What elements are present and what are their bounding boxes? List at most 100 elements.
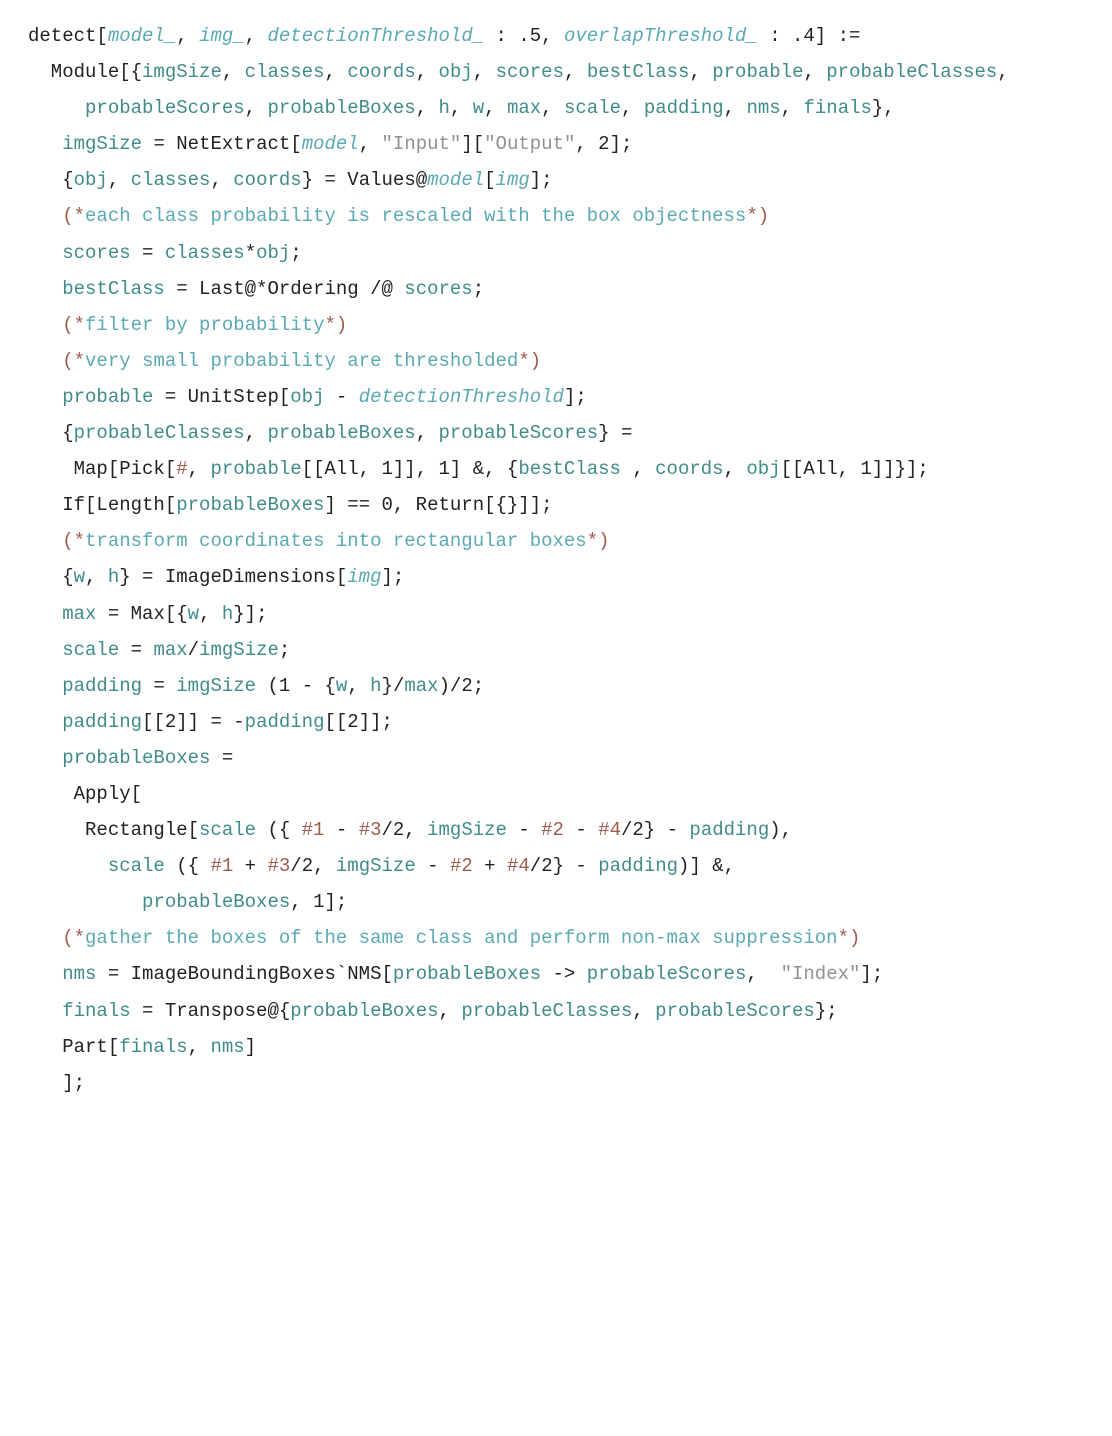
token: max: [507, 97, 541, 119]
token: [[All, 1]]}];: [781, 458, 929, 480]
token: probableBoxes: [290, 1000, 438, 1022]
token: -: [564, 819, 598, 841]
token: probableScores: [587, 963, 747, 985]
token: [28, 278, 62, 300]
token: },: [872, 97, 895, 119]
token: nms: [62, 963, 96, 985]
token: obj: [439, 61, 473, 83]
token: "Input": [382, 133, 462, 155]
code-line: {w, h} = ImageDimensions[img];: [28, 559, 1112, 595]
token: ;: [290, 242, 301, 264]
token: } =: [598, 422, 644, 444]
token: [28, 675, 62, 697]
token: filter by probability: [85, 314, 324, 336]
token: *): [838, 927, 861, 949]
token: ,: [176, 25, 199, 47]
token: /2} -: [530, 855, 598, 877]
token: img_: [199, 25, 245, 47]
token: [[All, 1]], 1] &, {: [302, 458, 519, 480]
code-line: If[Length[probableBoxes] == 0, Return[{}…: [28, 487, 1112, 523]
token: coords: [655, 458, 723, 480]
token: ({: [256, 819, 302, 841]
token: imgSize: [199, 639, 279, 661]
token: probable: [210, 458, 301, 480]
token: "Output": [484, 133, 575, 155]
token: ,: [473, 61, 496, 83]
token: probableClasses: [461, 1000, 632, 1022]
token: ({: [165, 855, 211, 877]
code-line: detect[model_, img_, detectionThreshold_…: [28, 18, 1112, 54]
code-line: {obj, classes, coords} = Values@model[im…: [28, 162, 1112, 198]
code-line: (*each class probability is rescaled wit…: [28, 198, 1112, 234]
token: probableBoxes: [62, 747, 210, 769]
token: }];: [233, 603, 267, 625]
token: finals: [62, 1000, 130, 1022]
token: If[Length[: [28, 494, 176, 516]
token: )/2;: [439, 675, 485, 697]
token: [28, 242, 62, 264]
token: [28, 963, 62, 985]
token: /: [188, 639, 199, 661]
token: ,: [450, 97, 473, 119]
token: #1: [210, 855, 233, 877]
token: -: [324, 386, 358, 408]
token: imgSize: [336, 855, 416, 877]
token: #4: [598, 819, 621, 841]
token: detectionThreshold_: [267, 25, 484, 47]
token: ,: [416, 422, 439, 444]
code-line: scale = max/imgSize;: [28, 632, 1112, 668]
token: (*: [62, 314, 85, 336]
token: ->: [541, 963, 587, 985]
token: ,: [85, 566, 108, 588]
token: = ImageBoundingBoxes`NMS[: [96, 963, 392, 985]
token: scale: [62, 639, 119, 661]
token: ,: [621, 458, 655, 480]
token: =: [210, 747, 244, 769]
token: ,: [484, 97, 507, 119]
code-line: (*very small probability are thresholded…: [28, 343, 1112, 379]
token: #2: [450, 855, 473, 877]
token: -: [416, 855, 450, 877]
token: [28, 891, 142, 913]
token: ][: [461, 133, 484, 155]
token: ,: [416, 61, 439, 83]
token: ,: [781, 97, 804, 119]
token: padding: [644, 97, 724, 119]
token: {: [28, 169, 74, 191]
token: [[2]] = -: [142, 711, 245, 733]
token: obj: [256, 242, 290, 264]
token: nms: [210, 1036, 244, 1058]
token: scale: [564, 97, 621, 119]
token: -: [507, 819, 541, 841]
token: -: [324, 819, 358, 841]
token: [28, 855, 108, 877]
token: model: [427, 169, 484, 191]
token: probableScores: [439, 422, 599, 444]
token: Rectangle[: [28, 819, 199, 841]
token: [28, 350, 62, 372]
token: ,: [632, 1000, 655, 1022]
token: ,: [359, 133, 382, 155]
token: imgSize: [176, 675, 256, 697]
code-line: (*transform coordinates into rectangular…: [28, 523, 1112, 559]
token: (*: [62, 927, 85, 949]
token: (1 - {: [256, 675, 336, 697]
token: = Max[{: [96, 603, 187, 625]
code-line: probableScores, probableBoxes, h, w, max…: [28, 90, 1112, 126]
token: ,: [746, 963, 780, 985]
token: bestClass: [518, 458, 621, 480]
token: };: [815, 1000, 838, 1022]
token: ,: [188, 1036, 211, 1058]
token: probableScores: [655, 1000, 815, 1022]
token: w: [336, 675, 347, 697]
token: (*: [62, 350, 85, 372]
token: ,: [245, 97, 268, 119]
token: model: [302, 133, 359, 155]
code-line: max = Max[{w, h}];: [28, 596, 1112, 632]
token: [28, 133, 62, 155]
token: #3: [359, 819, 382, 841]
token: "Index": [781, 963, 861, 985]
token: bestClass: [62, 278, 165, 300]
token: classes: [165, 242, 245, 264]
token: [28, 205, 62, 227]
